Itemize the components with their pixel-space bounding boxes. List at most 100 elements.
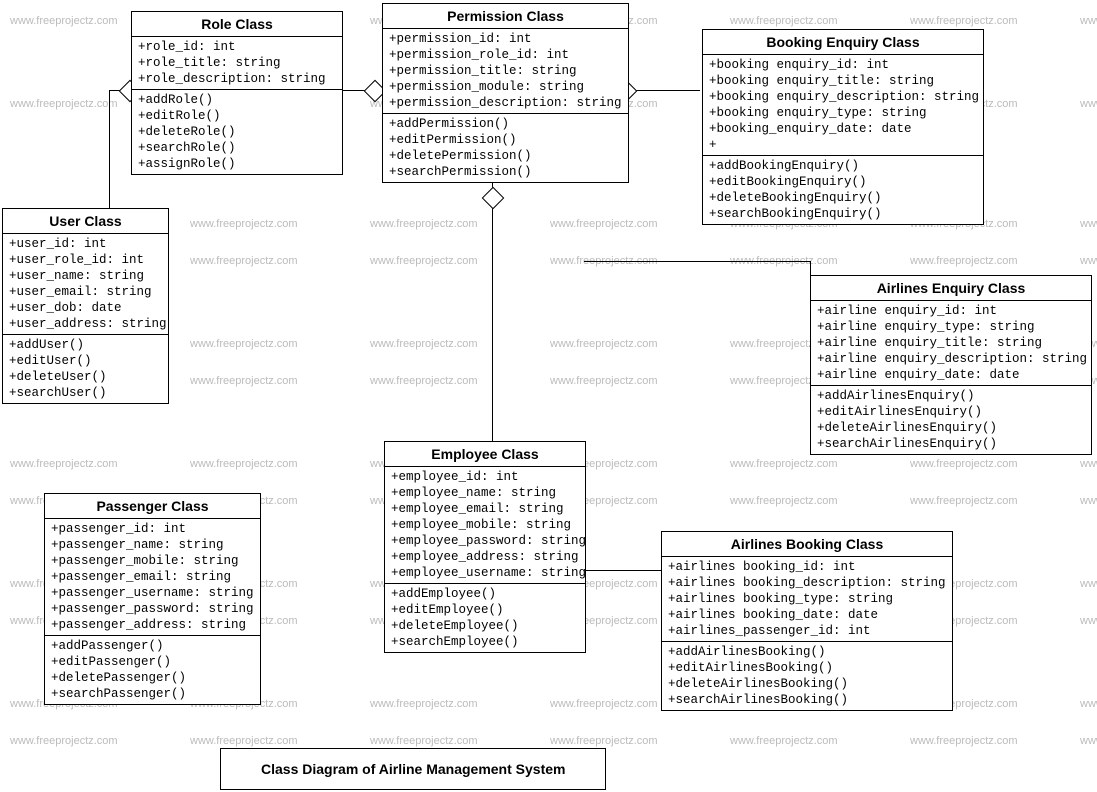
class-member-line: +permission_title: string <box>389 63 622 79</box>
class-member-line: +addPermission() <box>389 116 622 132</box>
class-booking-enquiry-title: Booking Enquiry Class <box>703 30 983 55</box>
class-booking-enquiry-attrs: +booking enquiry_id: int+booking enquiry… <box>703 55 983 156</box>
class-passenger: Passenger Class +passenger_id: int+passe… <box>44 493 261 705</box>
class-member-line: +airline enquiry_type: string <box>817 319 1085 335</box>
line-perm-employee <box>492 178 493 442</box>
class-member-line: +searchEmployee() <box>391 634 579 650</box>
line-user-role <box>109 90 110 210</box>
class-member-line: +deleteEmployee() <box>391 618 579 634</box>
class-booking-enquiry-ops: +addBookingEnquiry()+editBookingEnquiry(… <box>703 156 983 224</box>
class-member-line: +airlines booking_id: int <box>668 559 946 575</box>
class-member-line: +airline enquiry_title: string <box>817 335 1085 351</box>
class-employee-title: Employee Class <box>385 442 585 467</box>
class-member-line: +permission_description: string <box>389 95 622 111</box>
class-passenger-attrs: +passenger_id: int+passenger_name: strin… <box>45 519 260 636</box>
class-airlines-enquiry-ops: +addAirlinesEnquiry()+editAirlinesEnquir… <box>811 386 1091 454</box>
class-member-line: +deleteUser() <box>9 369 162 385</box>
class-member-line: +searchBookingEnquiry() <box>709 206 977 222</box>
class-permission: Permission Class +permission_id: int+per… <box>382 3 629 183</box>
class-permission-attrs: +permission_id: int+permission_role_id: … <box>383 29 628 114</box>
class-member-line: +deleteBookingEnquiry() <box>709 190 977 206</box>
class-airlines-booking: Airlines Booking Class +airlines booking… <box>661 531 953 711</box>
class-member-line: +searchAirlinesBooking() <box>668 692 946 708</box>
class-member-line: +user_address: string <box>9 316 162 332</box>
class-member-line: +airline enquiry_description: string <box>817 351 1085 367</box>
class-member-line: +passenger_mobile: string <box>51 553 254 569</box>
class-member-line: +employee_email: string <box>391 501 579 517</box>
class-member-line: +role_description: string <box>138 71 336 87</box>
class-member-line: +searchPassenger() <box>51 686 254 702</box>
class-member-line: +deleteRole() <box>138 124 336 140</box>
class-member-line: +searchUser() <box>9 385 162 401</box>
class-passenger-ops: +addPassenger()+editPassenger()+deletePa… <box>45 636 260 704</box>
class-member-line: +permission_id: int <box>389 31 622 47</box>
class-member-line: +user_id: int <box>9 236 162 252</box>
line-perm-airenq-h <box>584 261 810 262</box>
class-member-line: +user_dob: date <box>9 300 162 316</box>
class-member-line: +role_title: string <box>138 55 336 71</box>
class-member-line: +searchRole() <box>138 140 336 156</box>
class-member-line: +role_id: int <box>138 39 336 55</box>
class-member-line: +booking enquiry_type: string <box>709 105 977 121</box>
class-airlines-booking-title: Airlines Booking Class <box>662 532 952 557</box>
class-booking-enquiry: Booking Enquiry Class +booking enquiry_i… <box>702 29 984 225</box>
class-airlines-booking-attrs: +airlines booking_id: int+airlines booki… <box>662 557 952 642</box>
class-member-line: +deletePassenger() <box>51 670 254 686</box>
class-member-line: +searchAirlinesEnquiry() <box>817 436 1085 452</box>
class-member-line: +employee_id: int <box>391 469 579 485</box>
class-member-line: +permission_role_id: int <box>389 47 622 63</box>
class-member-line: +passenger_address: string <box>51 617 254 633</box>
class-member-line: +permission_module: string <box>389 79 622 95</box>
line-perm-airenq-v <box>810 261 811 276</box>
class-member-line: +addPassenger() <box>51 638 254 654</box>
class-member-line: +deleteAirlinesEnquiry() <box>817 420 1085 436</box>
class-member-line: +passenger_name: string <box>51 537 254 553</box>
class-employee-attrs: +employee_id: int+employee_name: string+… <box>385 467 585 584</box>
class-user-title: User Class <box>3 209 168 234</box>
class-airlines-enquiry-attrs: +airline enquiry_id: int+airline enquiry… <box>811 301 1091 386</box>
class-member-line: +editUser() <box>9 353 162 369</box>
class-member-line: +booking enquiry_title: string <box>709 73 977 89</box>
class-employee: Employee Class +employee_id: int+employe… <box>384 441 586 653</box>
class-member-line: +addRole() <box>138 92 336 108</box>
class-role-attrs: +role_id: int+role_title: string+role_de… <box>132 37 342 90</box>
class-member-line: +addBookingEnquiry() <box>709 158 977 174</box>
class-airlines-enquiry: Airlines Enquiry Class +airline enquiry_… <box>810 275 1092 455</box>
class-member-line: +editPassenger() <box>51 654 254 670</box>
class-user-ops: +addUser()+editUser()+deleteUser()+searc… <box>3 335 168 403</box>
class-member-line: +user_role_id: int <box>9 252 162 268</box>
class-member-line: +addUser() <box>9 337 162 353</box>
class-member-line: + <box>709 137 977 153</box>
class-airlines-booking-ops: +addAirlinesBooking()+editAirlinesBookin… <box>662 642 952 710</box>
class-member-line: +airline enquiry_date: date <box>817 367 1085 383</box>
class-member-line: +airlines booking_date: date <box>668 607 946 623</box>
class-member-line: +booking_enquiry_date: date <box>709 121 977 137</box>
class-member-line: +airlines_passenger_id: int <box>668 623 946 639</box>
class-member-line: +booking enquiry_description: string <box>709 89 977 105</box>
class-member-line: +airline enquiry_id: int <box>817 303 1085 319</box>
class-member-line: +booking enquiry_id: int <box>709 57 977 73</box>
class-user-attrs: +user_id: int+user_role_id: int+user_nam… <box>3 234 168 335</box>
class-member-line: +user_name: string <box>9 268 162 284</box>
class-member-line: +airlines booking_description: string <box>668 575 946 591</box>
class-member-line: +editBookingEnquiry() <box>709 174 977 190</box>
class-member-line: +searchPermission() <box>389 164 622 180</box>
class-permission-ops: +addPermission()+editPermission()+delete… <box>383 114 628 182</box>
class-permission-title: Permission Class <box>383 4 628 29</box>
class-member-line: +employee_mobile: string <box>391 517 579 533</box>
class-member-line: +editRole() <box>138 108 336 124</box>
diamond-perm-employee <box>482 187 505 210</box>
class-member-line: +editAirlinesBooking() <box>668 660 946 676</box>
class-user: User Class +user_id: int+user_role_id: i… <box>2 208 169 404</box>
line-emp-booking <box>584 570 661 571</box>
class-role: Role Class +role_id: int+role_title: str… <box>131 11 343 175</box>
class-role-title: Role Class <box>132 12 342 37</box>
class-member-line: +employee_address: string <box>391 549 579 565</box>
class-member-line: +editPermission() <box>389 132 622 148</box>
class-member-line: +airlines booking_type: string <box>668 591 946 607</box>
class-member-line: +employee_name: string <box>391 485 579 501</box>
class-member-line: +editEmployee() <box>391 602 579 618</box>
class-member-line: +deletePermission() <box>389 148 622 164</box>
class-role-ops: +addRole()+editRole()+deleteRole()+searc… <box>132 90 342 174</box>
class-member-line: +passenger_email: string <box>51 569 254 585</box>
